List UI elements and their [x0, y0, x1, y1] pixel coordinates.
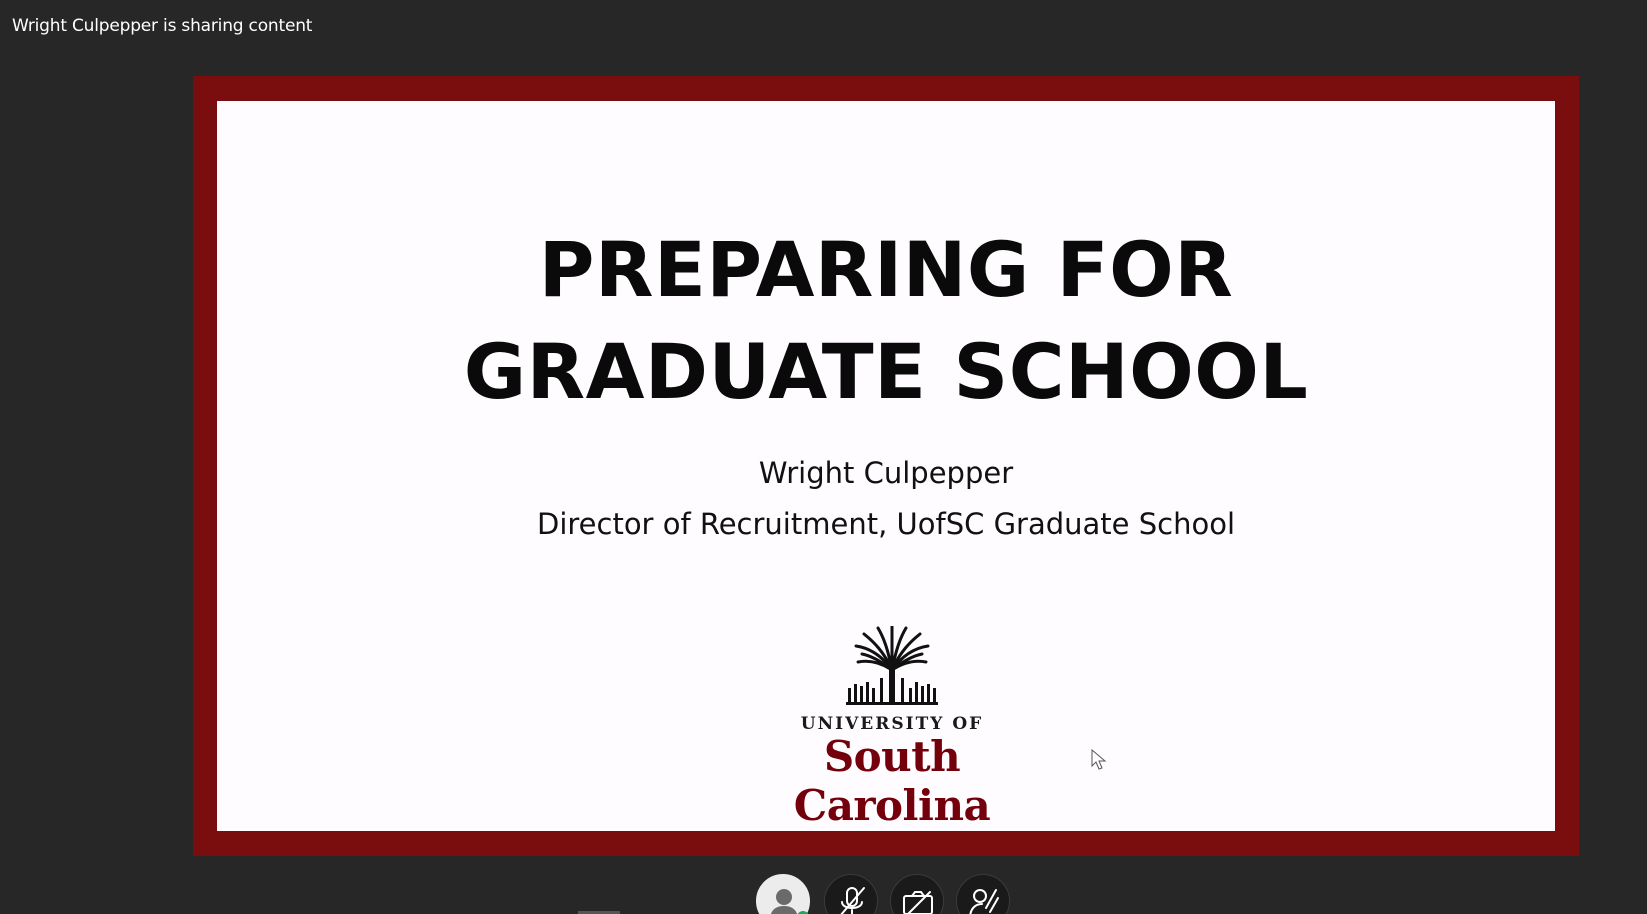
- microphone-toggle-button[interactable]: [824, 874, 878, 914]
- user-avatar-button[interactable]: [756, 874, 810, 914]
- user-avatar-icon: [770, 889, 798, 914]
- logo-name-text: South Carolina: [793, 732, 991, 830]
- presenter-role: Director of Recruitment, UofSC Graduate …: [536, 507, 1235, 541]
- shared-content-frame: PREPARING FOR GRADUATE SCHOOL Wright Cul…: [193, 76, 1579, 856]
- sharing-status-text: Wright Culpepper is sharing content: [12, 16, 313, 36]
- university-logo: UNIVERSITY OF South Carolina: [737, 626, 1047, 830]
- slide-title-line-1: PREPARING FOR: [538, 225, 1234, 314]
- raise-hand-icon: [969, 889, 999, 914]
- slide-title-line-2: GRADUATE SCHOOL: [463, 327, 1309, 416]
- camera-off-icon: [903, 891, 933, 914]
- mouse-pointer-icon: [1091, 749, 1107, 770]
- presenter-name: Wright Culpepper: [758, 456, 1014, 490]
- presentation-slide: PREPARING FOR GRADUATE SCHOOL Wright Cul…: [217, 101, 1555, 831]
- logo-university-text: UNIVERSITY OF: [800, 714, 984, 734]
- camera-toggle-button[interactable]: [890, 874, 944, 914]
- raise-hand-button[interactable]: [956, 874, 1010, 914]
- meeting-stage: Wright Culpepper is sharing content PREP…: [0, 0, 1647, 914]
- microphone-muted-icon: [840, 887, 865, 914]
- palmetto-tree-logo-icon: [846, 626, 938, 705]
- slide-title: PREPARING FOR GRADUATE SCHOOL: [217, 219, 1555, 423]
- meeting-controls: [756, 874, 1016, 914]
